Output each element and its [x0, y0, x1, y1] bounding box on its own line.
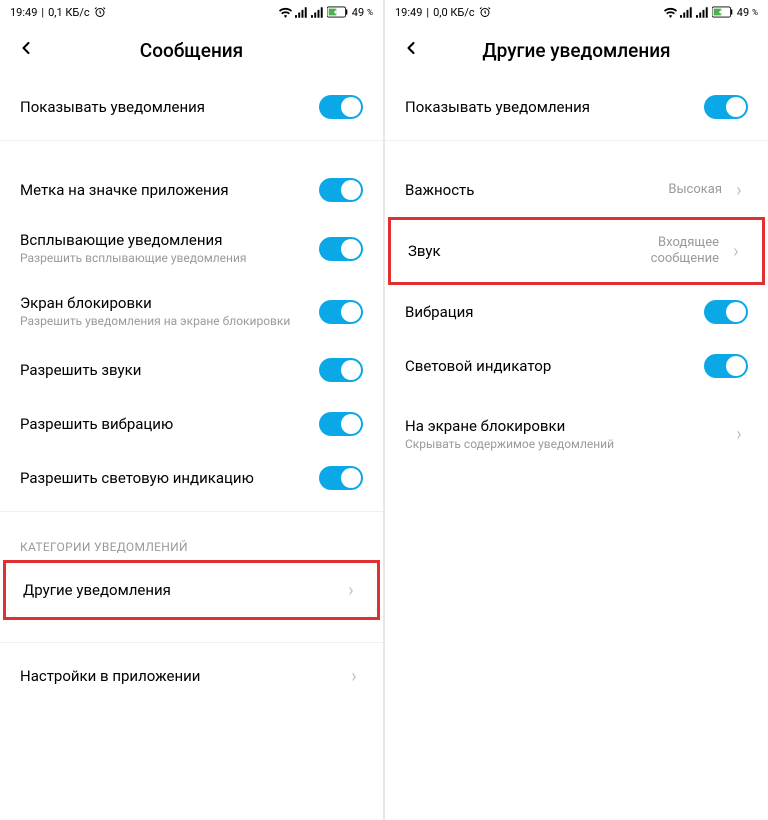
chevron-right-icon: ›	[727, 241, 745, 262]
phone-left: 19:49 | 0,1 КБ/с 49 %	[0, 0, 383, 820]
badge-row[interactable]: Метка на значке приложения	[0, 163, 383, 217]
popup-sub: Разрешить всплывающие уведомления	[20, 250, 319, 266]
app-settings-row[interactable]: Настройки в приложении ›	[0, 649, 383, 703]
alarm-icon	[479, 6, 491, 18]
lockscreen-row[interactable]: Экран блокировки Разрешить уведомления н…	[0, 280, 383, 343]
divider	[385, 140, 768, 141]
chevron-right-icon: ›	[730, 180, 748, 201]
sound-value: Входящее сообщение	[609, 235, 719, 268]
page-title: Сообщения	[40, 39, 343, 62]
popup-label: Всплывающие уведомления	[20, 231, 319, 249]
popup-row[interactable]: Всплывающие уведомления Разрешить всплыв…	[0, 217, 383, 280]
show-notifications-row[interactable]: Показывать уведомления	[0, 80, 383, 134]
battery-icon	[712, 6, 734, 18]
lockscreen-label: Экран блокировки	[20, 294, 319, 312]
chevron-right-icon: ›	[730, 424, 748, 445]
status-net: 0,1 КБ/с	[48, 6, 90, 19]
popup-toggle[interactable]	[319, 237, 363, 261]
importance-label: Важность	[405, 181, 668, 199]
divider	[0, 140, 383, 141]
led-row[interactable]: Световой индикатор	[385, 339, 768, 393]
badge-label: Метка на значке приложения	[20, 181, 319, 199]
status-net: 0,0 КБ/с	[433, 6, 475, 19]
highlight-other-notifications: Другие уведомления ›	[3, 560, 380, 620]
vibration-row[interactable]: Вибрация	[385, 285, 768, 339]
sounds-label: Разрешить звуки	[20, 361, 319, 379]
vibration-label: Разрешить вибрацию	[20, 415, 319, 433]
status-time: 19:49	[10, 6, 37, 19]
phone-right: 19:49 | 0,0 КБ/с 49 %	[385, 0, 768, 820]
lockscreen-sub: Скрывать содержимое уведомлений	[405, 436, 722, 452]
vibration-toggle[interactable]	[704, 300, 748, 324]
led-toggle[interactable]	[319, 466, 363, 490]
lockscreen-sub: Разрешить уведомления на экране блокиров…	[20, 313, 319, 329]
vibration-row[interactable]: Разрешить вибрацию	[0, 397, 383, 451]
app-settings-label: Настройки в приложении	[20, 667, 337, 685]
show-notifications-label: Показывать уведомления	[20, 98, 319, 116]
show-notifications-label: Показывать уведомления	[405, 98, 704, 116]
vibration-toggle[interactable]	[319, 412, 363, 436]
show-notifications-row[interactable]: Показывать уведомления	[385, 80, 768, 134]
signal2-icon	[696, 7, 709, 18]
status-bar: 19:49 | 0,0 КБ/с 49 %	[385, 0, 768, 24]
sounds-toggle[interactable]	[319, 358, 363, 382]
led-label: Световой индикатор	[405, 357, 704, 375]
led-row[interactable]: Разрешить световую индикацию	[0, 451, 383, 505]
show-notifications-toggle[interactable]	[319, 95, 363, 119]
battery-percent: 49	[352, 6, 364, 19]
sound-row[interactable]: Звук Входящее сообщение ›	[391, 220, 762, 282]
importance-row[interactable]: Важность Высокая ›	[385, 163, 768, 217]
vibration-label: Вибрация	[405, 303, 704, 321]
alarm-icon	[94, 6, 106, 18]
lockscreen-label: На экране блокировки	[405, 417, 722, 435]
header: Сообщения	[0, 24, 383, 80]
page-title: Другие уведомления	[425, 39, 728, 62]
header: Другие уведомления	[385, 24, 768, 80]
content: Показывать уведомления Важность Высокая …	[385, 80, 768, 820]
sounds-row[interactable]: Разрешить звуки	[0, 343, 383, 397]
lockscreen-toggle[interactable]	[319, 300, 363, 324]
chevron-right-icon: ›	[345, 666, 363, 687]
back-button[interactable]	[401, 38, 425, 62]
divider	[0, 642, 383, 643]
battery-percent: 49	[737, 6, 749, 19]
wifi-icon	[279, 7, 292, 18]
categories-section-label: КАТЕГОРИИ УВЕДОМЛЕНИЙ	[0, 518, 383, 560]
battery-icon	[327, 6, 349, 18]
show-notifications-toggle[interactable]	[704, 95, 748, 119]
divider	[0, 511, 383, 512]
back-button[interactable]	[16, 38, 40, 62]
sound-label: Звук	[408, 242, 609, 260]
led-label: Разрешить световую индикацию	[20, 469, 319, 487]
status-bar: 19:49 | 0,1 КБ/с 49 %	[0, 0, 383, 24]
status-time: 19:49	[395, 6, 422, 19]
lockscreen-row[interactable]: На экране блокировки Скрывать содержимое…	[385, 403, 768, 466]
led-toggle[interactable]	[704, 354, 748, 378]
signal1-icon	[680, 7, 693, 18]
highlight-sound: Звук Входящее сообщение ›	[388, 217, 765, 285]
wifi-icon	[664, 7, 677, 18]
badge-toggle[interactable]	[319, 178, 363, 202]
chevron-right-icon: ›	[342, 580, 360, 601]
content: Показывать уведомления Метка на значке п…	[0, 80, 383, 820]
importance-value: Высокая	[668, 182, 722, 198]
other-notifications-label: Другие уведомления	[23, 581, 334, 599]
signal2-icon	[311, 7, 324, 18]
signal1-icon	[295, 7, 308, 18]
other-notifications-row[interactable]: Другие уведомления ›	[6, 563, 377, 617]
